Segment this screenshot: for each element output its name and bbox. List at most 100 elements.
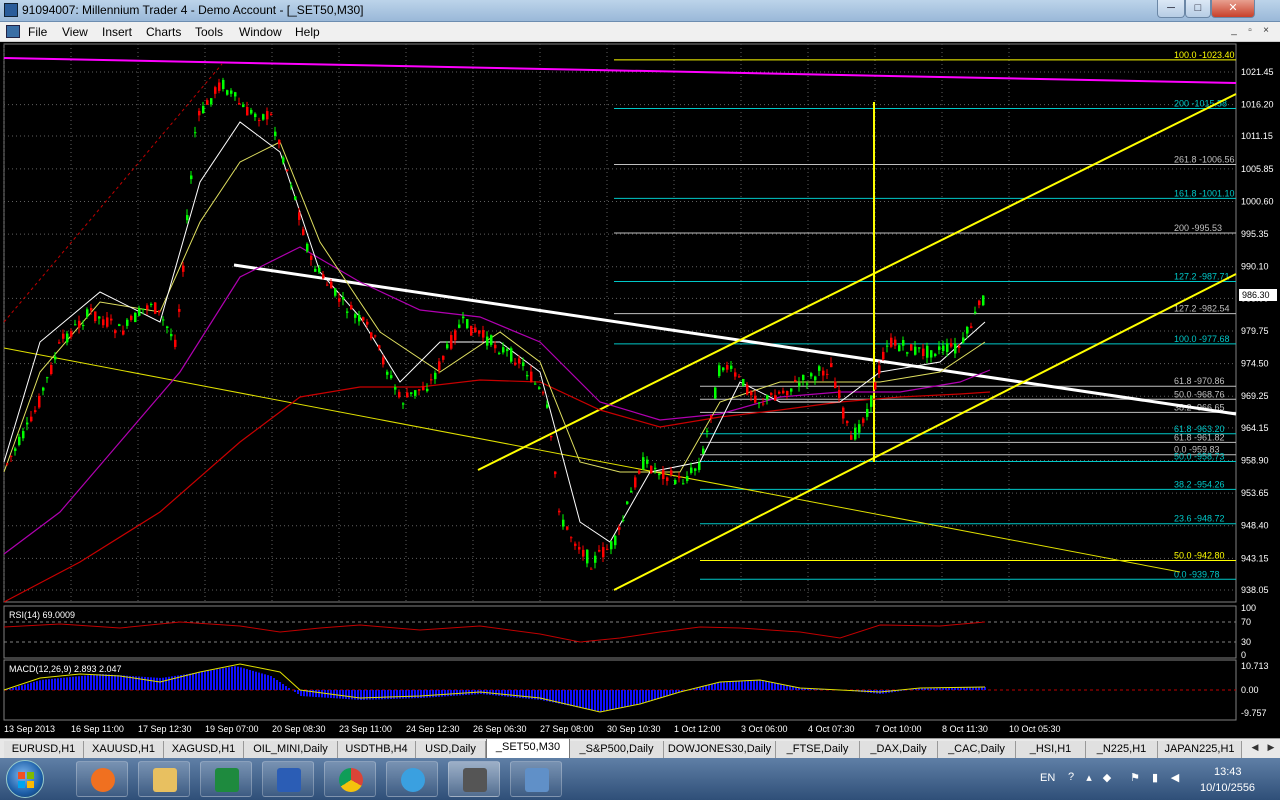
symbol-tab[interactable]: _FTSE,Daily [776,741,860,758]
macd-bar [624,690,626,708]
candle-body [634,477,637,488]
macd-bar [654,690,656,700]
candle-body [706,430,709,432]
symbol-tab[interactable]: USD,Daily [416,741,486,758]
symbol-tab[interactable]: USDTHB,H4 [338,741,416,758]
candle-body [326,284,329,286]
symbol-tab[interactable]: _SET50,M30 [486,739,570,759]
taskbar-file-explorer[interactable] [138,761,190,797]
maximize-button[interactable]: □ [1185,0,1211,18]
network-icon[interactable]: ▮ [1148,771,1162,785]
symbol-tab[interactable]: DOWJONES30,Daily [664,741,776,758]
candle-body [234,92,237,97]
menu-insert[interactable]: Insert [102,25,132,39]
candle-body [538,387,541,389]
taskbar-chrome[interactable] [324,761,376,797]
taskbar-trading-app[interactable] [510,761,562,797]
taskbar-word[interactable] [262,761,314,797]
candle-body [30,416,33,422]
macd-bar [87,675,89,690]
candle-body [298,212,301,220]
action-center-icon[interactable]: ⚑ [1128,771,1142,785]
menu-window[interactable]: Window [239,25,282,39]
clock-time[interactable]: 13:43 [1214,766,1242,778]
tab-scroll-right-icon[interactable]: ▶ [1264,742,1278,756]
candle-body [362,317,365,321]
candle-body [162,319,165,321]
start-button[interactable] [6,760,44,798]
macd-bar [735,681,737,690]
close-button[interactable]: ✕ [1211,0,1255,18]
candle-body [842,407,845,419]
symbol-tab[interactable]: EURUSD,H1 [4,741,84,758]
candle-body [946,343,949,352]
clock-date[interactable]: 10/10/2556 [1200,782,1255,794]
symbol-tab[interactable]: _DAX,Daily [860,741,938,758]
menu-tools[interactable]: Tools [195,25,223,39]
taskbar-excel[interactable] [200,761,252,797]
menu-bar: File View Insert Charts Tools Window Hel… [0,22,1280,42]
mdi-minimize-button[interactable]: _ [1226,24,1242,39]
help-icon[interactable]: ? [1064,771,1078,785]
candle-body [66,333,69,343]
candle-body [578,547,581,550]
price-tick-label: 1011.15 [1241,131,1273,141]
macd-bar [564,690,566,705]
macd-bar [573,690,575,707]
symbol-tab[interactable]: XAUUSD,H1 [84,741,164,758]
tray-app-icon[interactable]: ◆ [1100,771,1114,785]
menu-file[interactable]: File [28,25,47,39]
candle-body [294,196,297,200]
candle-body [142,308,145,310]
macd-bar [591,690,593,711]
symbol-tab[interactable]: XAGUSD,H1 [164,741,244,758]
candle-body [518,358,521,364]
price-chart[interactable]: 100.0 -1023.40200 -1015.58261.8 -1006.56… [0,42,1280,738]
chart-window-icon[interactable] [6,25,20,38]
candle-body [866,408,869,417]
candle-body [870,395,873,407]
symbol-tab[interactable]: OIL_MINI,Daily [244,741,338,758]
macd-bar [339,690,341,699]
mdi-restore-button[interactable]: ▫ [1242,24,1258,39]
chart-window[interactable]: 100.0 -1023.40 200 -1015.58 261.8 -1006.56… [0,42,1280,738]
language-indicator[interactable]: EN [1040,772,1055,784]
candle-body [574,543,577,546]
taskbar-internet-explorer[interactable] [386,761,438,797]
taskbar-trading-terminal[interactable] [448,761,500,797]
minimize-button[interactable]: ─ [1157,0,1185,18]
symbol-tab[interactable]: _CAC,Daily [938,741,1016,758]
candle-body [122,330,125,335]
macd-bar [78,676,80,690]
macd-bar [594,690,596,711]
tab-scroll-left-icon[interactable]: ◀ [1248,742,1262,756]
macd-bar [153,677,155,690]
candle-body [722,367,725,371]
taskbar-media-player[interactable] [76,761,128,797]
symbol-tab[interactable]: JAPAN225,H1 [1158,741,1242,758]
symbol-tab[interactable]: _HSI,H1 [1016,741,1086,758]
macd-bar [312,690,314,697]
candle-body [62,333,65,339]
menu-help[interactable]: Help [295,25,320,39]
volume-icon[interactable]: ◀ [1168,771,1182,785]
mdi-close-button[interactable]: × [1258,24,1274,39]
macd-bar [492,690,494,696]
tray-expand-icon[interactable]: ▴ [1082,771,1096,785]
menu-charts[interactable]: Charts [146,25,181,39]
menu-view[interactable]: View [62,25,88,39]
macd-bar [351,690,353,700]
symbol-tab[interactable]: _N225,H1 [1086,741,1158,758]
candle-body [646,459,649,464]
macd-bar [144,676,146,690]
macd-bar [402,690,404,699]
candle-body [950,343,953,347]
macd-axis-bottom: -9.757 [1241,708,1267,718]
symbol-tab[interactable]: _S&P500,Daily [570,741,664,758]
candle-body [258,120,261,122]
candle-body [814,376,817,381]
macd-bar [69,677,71,690]
macd-bar [390,690,392,699]
macd-bar [93,674,95,690]
candle-body [718,365,721,377]
